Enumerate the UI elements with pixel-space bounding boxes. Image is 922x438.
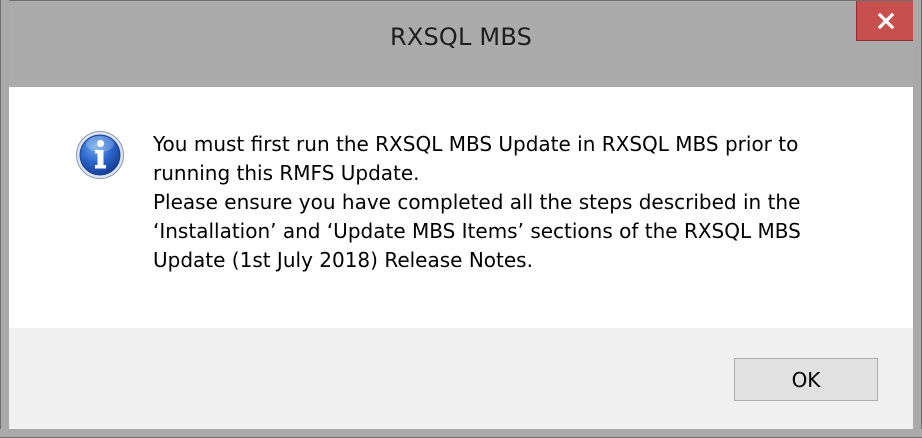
- close-button[interactable]: [856, 1, 916, 41]
- message-line: You must first run the RXSQL MBS Update …: [153, 132, 799, 156]
- information-icon: [75, 130, 125, 180]
- title-bar[interactable]: RXSQL MBS: [0, 0, 922, 87]
- dialog-window: RXSQL MBS You must first run the RXSQL M…: [0, 0, 922, 438]
- dialog-client-area: You must first run the RXSQL MBS Update …: [9, 87, 913, 429]
- close-icon: [877, 12, 895, 29]
- window-frame-left: [0, 0, 9, 438]
- message-line: running this RMFS Update.: [153, 161, 420, 185]
- button-panel: OK: [9, 328, 913, 429]
- window-frame-bottom: [0, 429, 922, 438]
- window-title: RXSQL MBS: [389, 23, 533, 51]
- window-frame-right: [913, 0, 922, 438]
- message-text: You must first run the RXSQL MBS Update …: [153, 130, 873, 275]
- message-line: Update (1st July 2018) Release Notes.: [153, 248, 533, 272]
- ok-button[interactable]: OK: [734, 358, 878, 401]
- message-line: ‘Installation’ and ‘Update MBS Items’ se…: [153, 219, 801, 243]
- message-line: Please ensure you have completed all the…: [153, 190, 801, 214]
- message-area: You must first run the RXSQL MBS Update …: [9, 87, 913, 328]
